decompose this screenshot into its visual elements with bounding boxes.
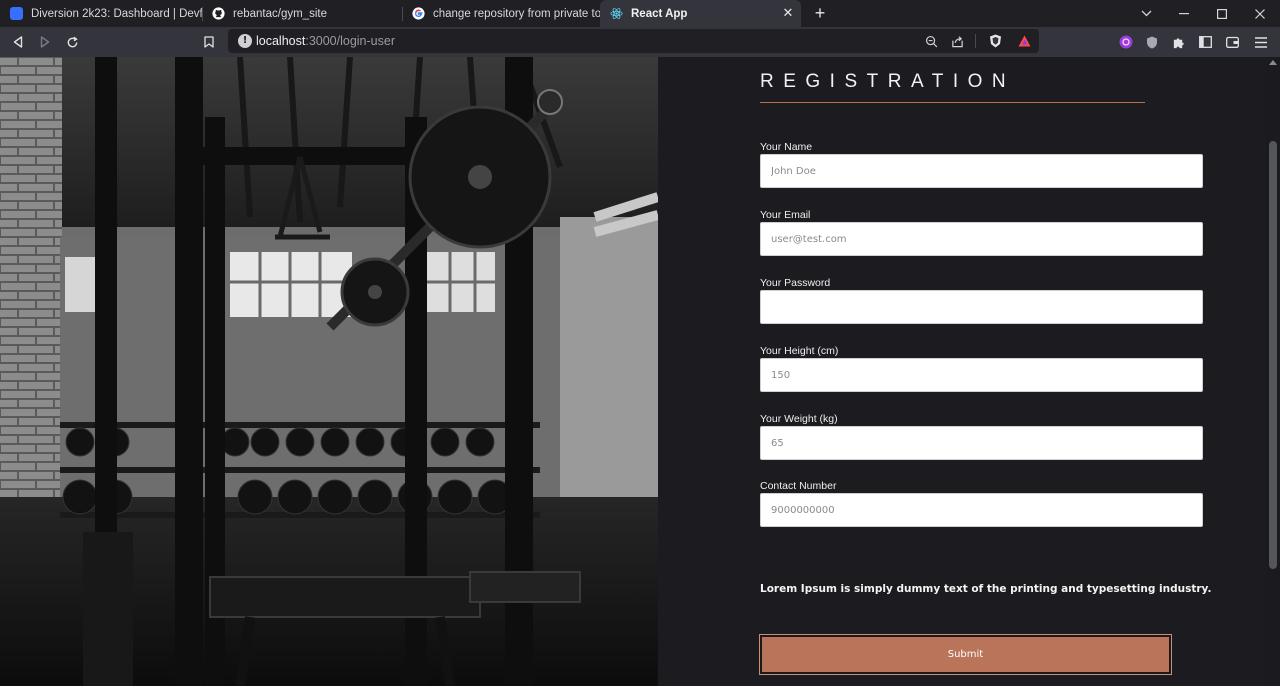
wallet-icon[interactable] xyxy=(1222,32,1242,52)
address-bar[interactable]: ! localhost:3000/login-user xyxy=(228,29,1039,53)
tab-title: Diversion 2k23: Dashboard | Devfolio xyxy=(31,7,202,20)
share-icon[interactable] xyxy=(947,31,967,51)
close-tab-icon[interactable]: ✕ xyxy=(781,6,795,20)
extensions-puzzle-icon[interactable] xyxy=(1168,32,1188,52)
scroll-up-icon[interactable] xyxy=(1269,60,1277,65)
close-window-icon[interactable] xyxy=(1241,0,1279,27)
zoom-icon[interactable] xyxy=(921,31,941,51)
bookmark-icon[interactable] xyxy=(199,32,219,52)
url-text: localhost:3000/login-user xyxy=(256,34,395,48)
scrollbar-thumb[interactable] xyxy=(1269,141,1277,569)
gym-photo xyxy=(0,57,658,686)
title-divider xyxy=(760,102,1145,103)
new-tab-icon[interactable]: + xyxy=(811,4,829,22)
devfolio-icon xyxy=(10,7,23,20)
brave-rewards-icon[interactable] xyxy=(1014,31,1034,51)
password-field[interactable] xyxy=(760,290,1203,324)
password-label: Your Password xyxy=(760,277,831,289)
tab-title: change repository from private to public xyxy=(433,7,600,20)
tab-google[interactable]: change repository from private to public xyxy=(402,0,600,27)
tab-react-app[interactable]: React App ✕ xyxy=(600,0,801,27)
tab-devfolio[interactable]: Diversion 2k23: Dashboard | Devfolio xyxy=(0,0,202,27)
forward-icon[interactable] xyxy=(35,32,55,52)
minimize-icon[interactable] xyxy=(1165,0,1203,27)
page-scrollbar[interactable] xyxy=(1266,57,1280,686)
form-description: Lorem Ipsum is simply dummy text of the … xyxy=(760,583,1212,595)
tab-search-icon[interactable] xyxy=(1127,0,1165,27)
reload-icon[interactable] xyxy=(62,32,82,52)
tab-github[interactable]: rebantac/gym_site xyxy=(202,0,402,27)
email-label: Your Email xyxy=(760,209,811,221)
tab-title: rebantac/gym_site xyxy=(233,7,327,20)
shield-extension-icon[interactable] xyxy=(1142,32,1162,52)
maximize-icon[interactable] xyxy=(1203,0,1241,27)
submit-button[interactable]: Submit xyxy=(759,634,1172,675)
extensions-area xyxy=(1100,27,1280,57)
contact-number-field[interactable] xyxy=(760,493,1203,527)
height-field[interactable] xyxy=(760,358,1203,392)
menu-icon[interactable] xyxy=(1251,32,1271,52)
contact-label: Contact Number xyxy=(760,480,837,492)
page-content: REGISTRATION Your Name Your Email Your P… xyxy=(0,57,1280,686)
form-title: REGISTRATION xyxy=(760,71,1016,92)
react-icon xyxy=(610,7,623,20)
back-icon[interactable] xyxy=(8,32,28,52)
height-label: Your Height (cm) xyxy=(760,345,839,357)
extension-avatar-icon[interactable] xyxy=(1116,32,1136,52)
google-icon xyxy=(412,7,425,20)
name-label: Your Name xyxy=(760,141,813,153)
site-info-icon[interactable]: ! xyxy=(238,34,252,48)
email-field[interactable] xyxy=(760,222,1203,256)
sidebar-icon[interactable] xyxy=(1195,32,1215,52)
name-field[interactable] xyxy=(760,154,1203,188)
weight-label: Your Weight (kg) xyxy=(760,413,838,425)
tab-title: React App xyxy=(631,7,688,20)
weight-field[interactable] xyxy=(760,426,1203,460)
brave-shield-icon[interactable] xyxy=(985,31,1005,51)
tab-strip: Diversion 2k23: Dashboard | Devfolio reb… xyxy=(0,0,1280,27)
github-icon xyxy=(212,7,225,20)
